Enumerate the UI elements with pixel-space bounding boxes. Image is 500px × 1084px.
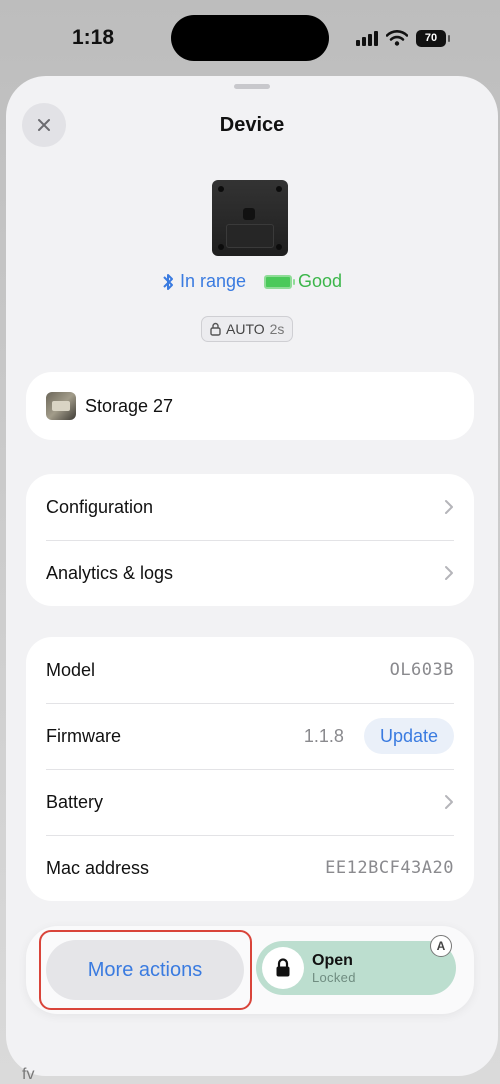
bluetooth-icon [163, 273, 173, 290]
connection-status: In range [162, 271, 246, 292]
device-image [212, 180, 288, 256]
configuration-label: Configuration [46, 496, 154, 517]
status-bar: 1:18 70 [0, 0, 500, 78]
battery-icon: 70 [416, 29, 450, 47]
chevron-right-icon [445, 795, 453, 809]
chevron-right-icon [445, 566, 453, 580]
device-info-card: Model OL603B Firmware 1.1.8 Update Batte… [26, 637, 474, 901]
battery-status-label: Good [298, 271, 343, 291]
firmware-value: 1.1.8 [303, 725, 344, 746]
page-title: Device [219, 114, 285, 136]
navigation-card: Configuration Analytics & logs [26, 474, 474, 606]
model-label: Model [46, 659, 96, 680]
auto-mode-icon: A [430, 935, 452, 957]
dynamic-island [171, 15, 329, 61]
wifi-icon [386, 30, 408, 46]
screen: 1:18 70 Device In range Good AUTO 2s Sto… [0, 0, 500, 1084]
lock-icon-circle [262, 947, 304, 989]
model-value: OL603B [389, 660, 454, 680]
battery-row[interactable]: Battery [26, 769, 474, 835]
firmware-label: Firmware [46, 725, 121, 746]
signal-icon [356, 30, 378, 46]
storage-name: Storage 27 [85, 395, 174, 416]
auto-label: AUTO [226, 321, 265, 337]
more-actions-button[interactable]: More actions [46, 940, 244, 1000]
update-button[interactable]: Update [363, 718, 454, 754]
lock-state: Locked [312, 969, 356, 985]
action-bar: More actions Open Locked A [26, 926, 474, 1014]
device-status-row: In range Good [6, 271, 498, 292]
connection-label: In range [179, 271, 246, 291]
chevron-right-icon [445, 500, 453, 514]
analytics-row[interactable]: Analytics & logs [26, 540, 474, 606]
sheet-grabber[interactable] [234, 84, 270, 89]
open-lock-button[interactable]: Open Locked A [256, 935, 456, 995]
open-text: Open Locked [312, 952, 356, 985]
auto-interval: 2s [269, 321, 285, 337]
status-time: 1:18 [72, 26, 115, 49]
status-icons: 70 [356, 26, 450, 50]
auto-lock-badge: AUTO 2s [201, 316, 294, 342]
background-text: fv [22, 1066, 35, 1083]
lock-icon [210, 322, 221, 336]
mac-address-label: Mac address [46, 857, 150, 878]
mac-address-value: EE12BCF43A20 [325, 858, 454, 878]
open-title: Open [312, 951, 353, 969]
battery-status: Good [264, 271, 342, 292]
firmware-row: Firmware 1.1.8 Update [26, 703, 474, 769]
lock-icon [276, 958, 290, 977]
configuration-row[interactable]: Configuration [26, 474, 474, 540]
device-sheet: Device In range Good AUTO 2s Storage 27 … [6, 76, 498, 1076]
model-row: Model OL603B [26, 637, 474, 703]
analytics-label: Analytics & logs [46, 562, 174, 583]
mac-address-row: Mac address EE12BCF43A20 [26, 835, 474, 901]
battery-good-icon [264, 274, 295, 289]
storage-card[interactable]: Storage 27 [26, 372, 474, 440]
storage-thumbnail [46, 392, 76, 420]
battery-label: Battery [46, 791, 104, 812]
